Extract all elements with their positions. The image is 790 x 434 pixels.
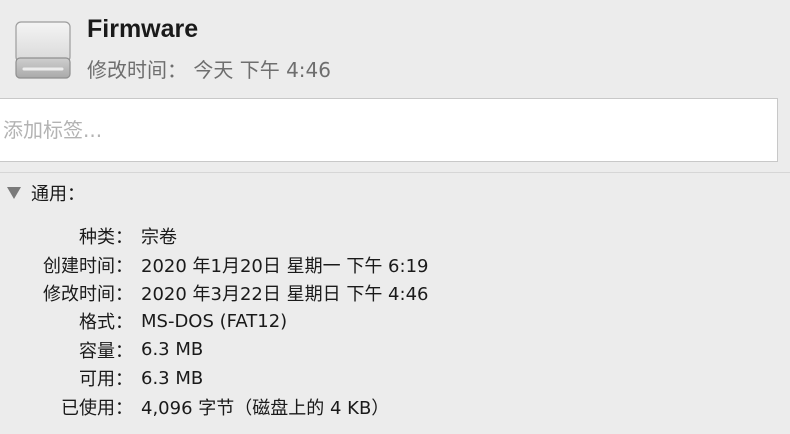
info-header: Firmware 修改时间： 今天 下午 4:46 [0, 0, 790, 98]
info-value: 6.3 MB [141, 339, 204, 361]
disclosure-triangle-icon[interactable] [7, 187, 21, 199]
info-value: 2020 年3月22日 星期日 下午 4:46 [141, 283, 429, 305]
info-row-modified: 修改时间： 2020 年3月22日 星期日 下午 4:46 [0, 279, 790, 307]
info-row-kind: 种类： 宗卷 [0, 222, 790, 250]
general-info-list: 种类： 宗卷 创建时间： 2020 年1月20日 星期一 下午 6:19 修改时… [0, 222, 790, 421]
tags-input[interactable] [0, 98, 778, 162]
file-name: Firmware [87, 15, 199, 43]
general-section-toggle[interactable]: 通用： [7, 179, 85, 207]
info-label: 容量： [79, 340, 133, 362]
info-row-used: 已使用： 4,096 字节（磁盘上的 4 KB） [0, 392, 790, 420]
info-label: 修改时间： [43, 283, 133, 305]
info-label: 已使用： [61, 397, 133, 419]
info-value: 6.3 MB [141, 367, 204, 389]
info-value: 4,096 字节（磁盘上的 4 KB） [141, 397, 390, 419]
info-label: 创建时间： [43, 255, 133, 277]
section-divider [0, 172, 790, 173]
general-section-title: 通用： [31, 184, 85, 205]
info-value: 2020 年1月20日 星期一 下午 6:19 [141, 255, 429, 277]
info-row-available: 可用： 6.3 MB [0, 364, 790, 392]
external-drive-icon [14, 20, 72, 82]
info-row-capacity: 容量： 6.3 MB [0, 336, 790, 364]
info-value: MS-DOS (FAT12) [141, 310, 288, 332]
info-value: 宗卷 [141, 227, 177, 249]
info-row-created: 创建时间： 2020 年1月20日 星期一 下午 6:19 [0, 250, 790, 278]
info-label: 种类： [79, 227, 133, 249]
info-label: 可用： [79, 369, 133, 391]
info-label: 格式： [79, 312, 133, 334]
info-row-format: 格式： MS-DOS (FAT12) [0, 307, 790, 335]
modified-date-summary: 修改时间： 今天 下午 4:46 [87, 58, 331, 82]
